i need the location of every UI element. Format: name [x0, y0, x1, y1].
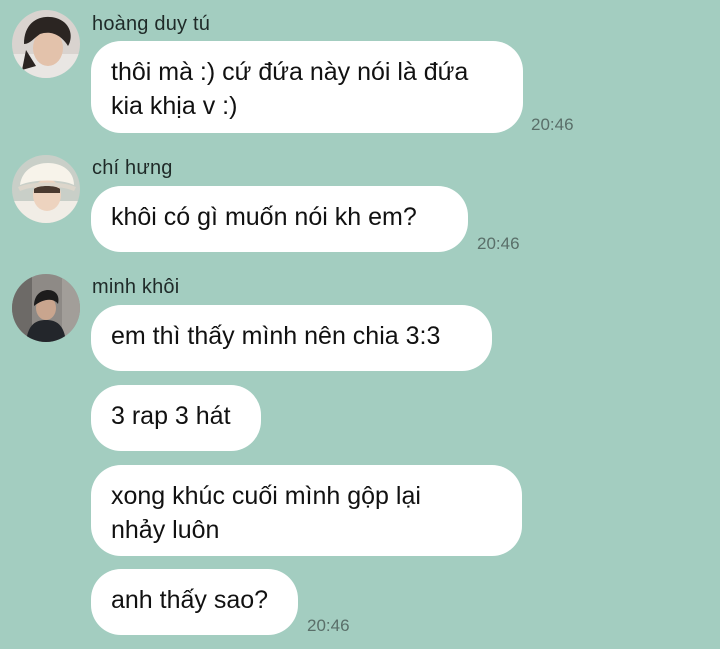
avatar-chi-hung[interactable] [12, 155, 80, 223]
message-bubble[interactable]: anh thấy sao? [91, 569, 298, 635]
message-bubble[interactable]: khôi có gì muốn nói kh em? [91, 186, 468, 252]
user-avatar-icon [12, 274, 80, 342]
message-timestamp: 20:46 [307, 616, 350, 635]
avatar-minh-khoi[interactable] [12, 274, 80, 342]
message-timestamp: 20:46 [477, 234, 520, 253]
message-bubble[interactable]: thôi mà :) cứ đứa này nói là đứa kia khị… [91, 41, 523, 133]
sender-name: hoàng duy tú [92, 13, 211, 35]
message-bubble[interactable]: em thì thấy mình nên chia 3:3 [91, 305, 492, 371]
user-avatar-icon [12, 155, 80, 223]
sender-name: minh khôi [92, 276, 180, 298]
user-avatar-icon [12, 10, 80, 78]
avatar-hoang-duy-tu[interactable] [12, 10, 80, 78]
message-bubble[interactable]: 3 rap 3 hát [91, 385, 261, 451]
message-bubble[interactable]: xong khúc cuối mình gộp lại nhảy luôn [91, 465, 522, 556]
sender-name: chí hưng [92, 157, 173, 179]
message-timestamp: 20:46 [531, 115, 574, 134]
